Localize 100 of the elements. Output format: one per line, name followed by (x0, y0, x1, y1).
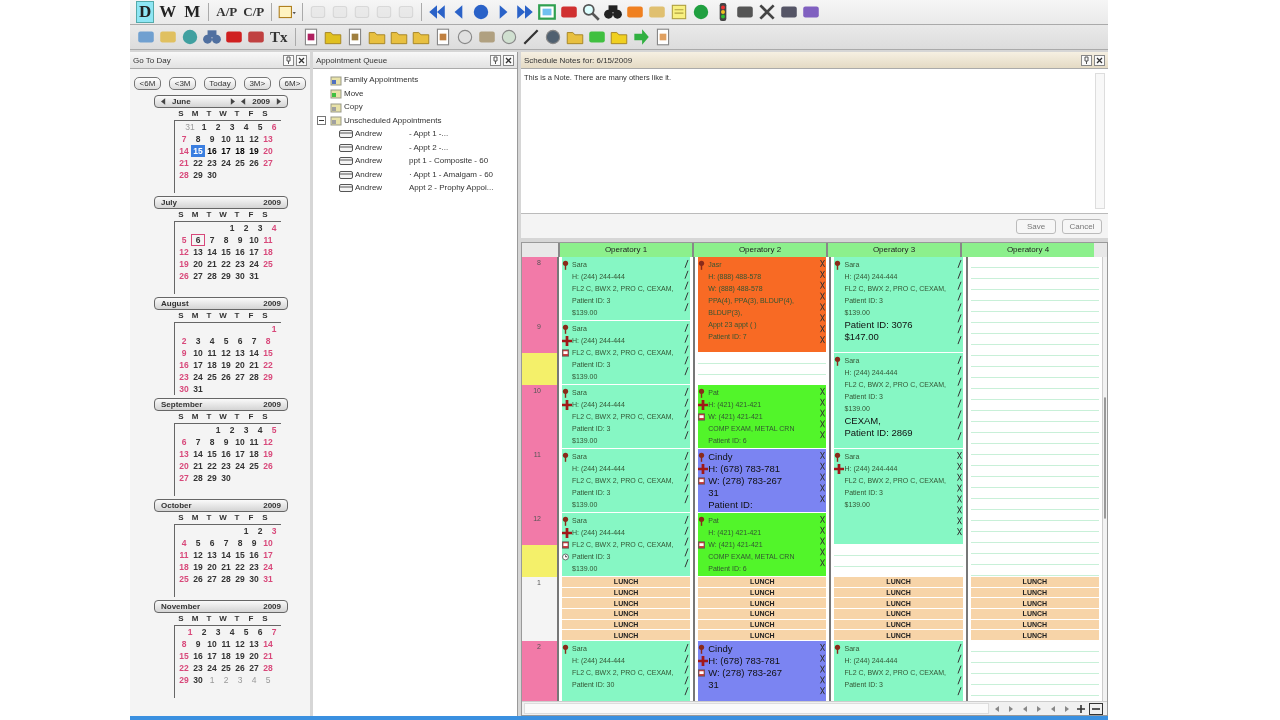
calendar-day[interactable]: 22 (219, 258, 233, 270)
calendar-day[interactable]: 7 (205, 234, 219, 246)
calendar-day[interactable]: 11 (219, 638, 233, 650)
pin-icon[interactable] (1081, 54, 1092, 66)
calendar-day[interactable]: 23 (247, 561, 261, 573)
jump-button[interactable]: Today (204, 77, 236, 90)
calendar-day[interactable]: 5 (219, 335, 233, 347)
calendar-day[interactable]: 17 (205, 650, 219, 662)
calendar-day[interactable]: 12 (233, 638, 247, 650)
calendar-day[interactable]: 8 (177, 638, 191, 650)
calendar-day[interactable]: 1 (225, 222, 239, 234)
collapse-icon[interactable] (317, 115, 326, 125)
calendar-day[interactable]: 9 (191, 638, 205, 650)
calendar-day[interactable]: 18 (233, 145, 247, 157)
calendar-day[interactable]: 15 (233, 549, 247, 561)
view-button[interactable]: M (181, 1, 204, 23)
plus-icon[interactable] (1075, 703, 1087, 714)
calendar-day[interactable]: 14 (261, 638, 275, 650)
operatory-header[interactable]: Operatory 3 (826, 243, 960, 257)
close-icon[interactable] (1094, 54, 1105, 66)
calendar-day[interactable]: 22 (233, 561, 247, 573)
calendar-day[interactable]: 2 (239, 222, 253, 234)
calendar-day[interactable]: 19 (219, 359, 233, 371)
calendar-day[interactable]: 10 (247, 234, 261, 246)
view-button[interactable]: W (156, 1, 180, 23)
calendar-day[interactable]: 17 (233, 448, 247, 460)
calendar-day[interactable]: 11 (233, 133, 247, 145)
jump-button[interactable]: 3M> (243, 77, 271, 90)
calendar-day[interactable]: 17 (247, 246, 261, 258)
view-button[interactable]: D (136, 1, 155, 23)
calendar-day[interactable]: 11 (247, 436, 261, 448)
calendar-day[interactable]: 6 (177, 436, 191, 448)
calendar-day[interactable]: 30 (233, 270, 247, 282)
queue-item[interactable]: Move (344, 88, 364, 98)
close-icon[interactable] (296, 54, 307, 66)
calendar-day[interactable]: 28 (247, 371, 261, 383)
pin-icon[interactable] (283, 54, 294, 66)
calendar-day[interactable]: 11 (261, 234, 275, 246)
calendar-day[interactable]: 31 (247, 270, 261, 282)
calendar-day[interactable]: 31 (191, 383, 205, 395)
calendar-day[interactable]: 3 (211, 626, 225, 638)
calendar-day[interactable]: 8 (261, 335, 275, 347)
calendar-day[interactable]: 28 (205, 270, 219, 282)
calendar-day[interactable]: 3 (253, 222, 267, 234)
calendar-day[interactable]: 2 (225, 424, 239, 436)
calendar-day[interactable]: 13 (177, 448, 191, 460)
calendar-day[interactable]: 29 (177, 674, 191, 686)
previous-year-icon[interactable] (241, 98, 247, 105)
calendar-day[interactable]: 22 (261, 359, 275, 371)
calendar-day[interactable]: 20 (205, 561, 219, 573)
calendar-day[interactable]: 20 (233, 359, 247, 371)
calendar-day[interactable]: 7 (177, 133, 191, 145)
calendar-day[interactable]: 29 (261, 371, 275, 383)
calendar-day[interactable]: 19 (233, 650, 247, 662)
calendar-day[interactable]: 24 (219, 157, 233, 169)
calendar-day[interactable]: 24 (205, 662, 219, 674)
calendar-day[interactable]: 6 (233, 335, 247, 347)
calendar-day[interactable]: 6 (253, 626, 267, 638)
calendar-day[interactable]: 25 (261, 258, 275, 270)
calendar-day[interactable]: 16 (191, 650, 205, 662)
patient-name[interactable]: Andrew (355, 142, 407, 152)
calendar-day[interactable]: 8 (191, 133, 205, 145)
calendar-day[interactable]: 30 (177, 383, 191, 395)
calendar-day[interactable]: 5 (267, 424, 281, 436)
calendar-day[interactable]: 26 (191, 573, 205, 585)
appointment-block[interactable]: Cindy H: (678) 783-781 W: (278) 783-267 31 Patient ID: (698, 449, 827, 513)
calendar-day[interactable]: 9 (219, 436, 233, 448)
operatory-header[interactable]: Operatory 4 (960, 243, 1094, 257)
calendar-day[interactable]: 21 (191, 460, 205, 472)
calendar-day[interactable]: 21 (261, 650, 275, 662)
toolbar-button[interactable]: Tx (268, 28, 290, 46)
calendar-day[interactable]: 6 (205, 537, 219, 549)
minus-icon[interactable] (1089, 702, 1103, 715)
calendar-day[interactable]: 26 (219, 371, 233, 383)
calendar-day[interactable]: 14 (177, 145, 191, 157)
calendar-day[interactable]: 10 (191, 347, 205, 359)
calendar-day[interactable]: 1 (239, 525, 253, 537)
calendar-day[interactable]: 19 (261, 448, 275, 460)
calendar-day[interactable]: 7 (219, 537, 233, 549)
calendar-day[interactable]: 29 (191, 169, 205, 181)
magnifier-icon[interactable] (581, 2, 602, 22)
calendar-day[interactable]: 25 (205, 371, 219, 383)
calendar-day[interactable]: 17 (261, 549, 275, 561)
calendar-day[interactable]: 29 (205, 472, 219, 484)
calendar-day[interactable]: 12 (219, 347, 233, 359)
queue-item[interactable]: Family Appointments (344, 75, 419, 85)
calendar-day[interactable]: 2 (253, 525, 267, 537)
calendar-day[interactable]: 16 (177, 359, 191, 371)
calendar-day[interactable]: 9 (247, 537, 261, 549)
calendar-day[interactable]: 6 (267, 121, 281, 133)
calendar-day[interactable]: 7 (247, 335, 261, 347)
calendar-day[interactable]: 11 (205, 347, 219, 359)
calendar-day[interactable]: 28 (191, 472, 205, 484)
calendar-day[interactable]: 10 (261, 537, 275, 549)
calendar-day[interactable]: 31 (261, 573, 275, 585)
calendar-day[interactable]: 14 (191, 448, 205, 460)
next-year-icon[interactable] (276, 98, 281, 105)
calendar-day[interactable]: 21 (247, 359, 261, 371)
calendar-day[interactable]: 19 (191, 561, 205, 573)
calendar-day[interactable]: 4 (177, 537, 191, 549)
